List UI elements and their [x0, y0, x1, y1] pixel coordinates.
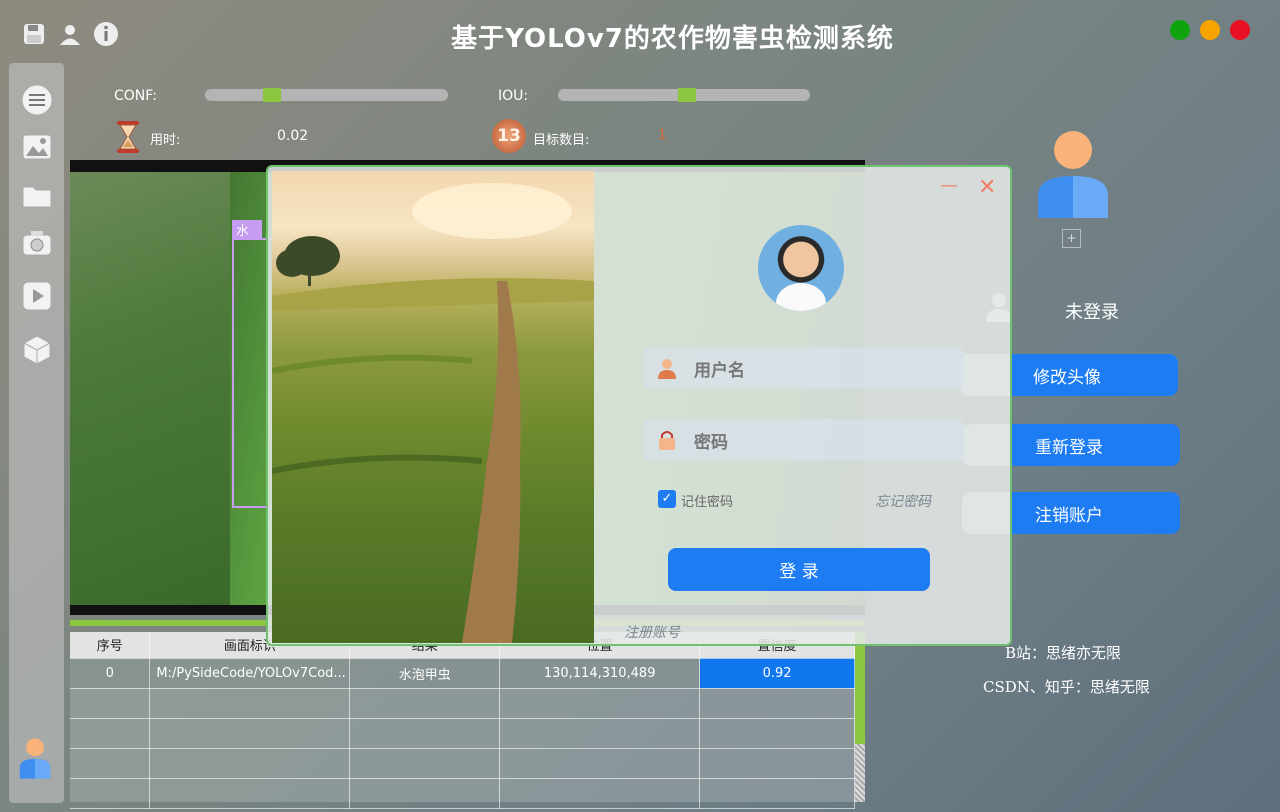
table-row[interactable] [70, 778, 855, 809]
model-icon[interactable] [20, 333, 54, 367]
cell-index[interactable]: 0 [70, 658, 151, 689]
time-label: 用时: [150, 133, 181, 148]
cell-position[interactable]: 130,114,310,489 [499, 658, 701, 689]
login-dialog: — ✕ 用户名 密码 ✓ 记住密码 忘记密码 登 录 注册账号 [266, 165, 1012, 646]
menu-icon[interactable] [20, 83, 54, 117]
avatar-icon[interactable] [18, 738, 52, 779]
count-badge: 13 [497, 126, 521, 146]
table-row[interactable]: 0 M:/PySideCode/YOLOv7Cod... 水泡甲虫 130,11… [70, 658, 855, 689]
table-scrollbar[interactable] [855, 632, 865, 802]
maximize-button[interactable] [1170, 20, 1190, 40]
conf-label: CONF: [114, 88, 157, 104]
image-icon[interactable] [20, 130, 54, 164]
app-title: 基于YOLOv7的农作物害虫检测系统 [451, 24, 894, 54]
password-field[interactable]: 密码 [644, 419, 964, 461]
footer-bilibili: B站：思绪亦无限 [1005, 644, 1122, 662]
username-placeholder: 用户名 [694, 360, 745, 381]
login-button[interactable]: 登 录 [668, 548, 930, 591]
conf-slider[interactable] [205, 88, 448, 102]
table-row[interactable] [70, 688, 855, 719]
add-avatar-button[interactable]: + [1062, 229, 1081, 248]
count-icon: 13 [492, 119, 526, 153]
footer-csdn: CSDN、知乎：思绪无限 [983, 678, 1150, 696]
dialog-close-button[interactable]: ✕ [978, 175, 996, 200]
username-field[interactable]: 用户名 [644, 347, 964, 389]
login-button-label: 登 录 [779, 562, 819, 582]
register-link[interactable]: 注册账号 [624, 622, 680, 642]
time-value: 0.02 [277, 128, 309, 144]
iou-slider[interactable] [558, 88, 810, 102]
iou-label: IOU: [498, 88, 529, 104]
password-icon [656, 429, 678, 455]
camera-icon[interactable] [20, 226, 54, 260]
profile-avatar [758, 225, 844, 311]
hourglass-icon [114, 120, 142, 158]
remember-checkbox[interactable]: ✓ [658, 490, 676, 508]
minimize-button[interactable] [1200, 20, 1220, 40]
login-status: 未登录 [1065, 302, 1119, 323]
iou-slider-handle[interactable] [677, 88, 696, 102]
username-icon [656, 357, 678, 383]
cell-result[interactable]: 水泡甲虫 [349, 658, 501, 689]
conf-slider-handle[interactable] [262, 88, 281, 102]
password-placeholder: 密码 [694, 432, 728, 453]
cell-confidence[interactable]: 0.92 [699, 658, 855, 689]
forgot-password-link[interactable]: 忘记密码 [875, 491, 931, 511]
video-icon[interactable] [20, 279, 54, 313]
results-table: 序号 画面标识 结果 位置 置信度 0 M:/PySideCode/YOLOv7… [70, 632, 865, 809]
dialog-minimize-button[interactable]: — [940, 175, 958, 196]
sidebar [9, 63, 64, 803]
scrollbar-thumb[interactable] [855, 632, 865, 744]
cell-source[interactable]: M:/PySideCode/YOLOv7Cod... [149, 658, 351, 689]
folder-icon[interactable] [20, 178, 54, 212]
landscape-photo [272, 171, 594, 643]
close-button[interactable] [1230, 20, 1250, 40]
count-label: 目标数目: [533, 133, 590, 148]
user-avatar[interactable] [1036, 130, 1110, 222]
detection-label: 水 [232, 220, 262, 239]
count-value: 1 [658, 128, 667, 143]
remember-label[interactable]: 记住密码 [681, 491, 733, 510]
col-header-index[interactable]: 序号 [70, 632, 151, 659]
table-row[interactable] [70, 718, 855, 749]
table-row[interactable] [70, 748, 855, 779]
